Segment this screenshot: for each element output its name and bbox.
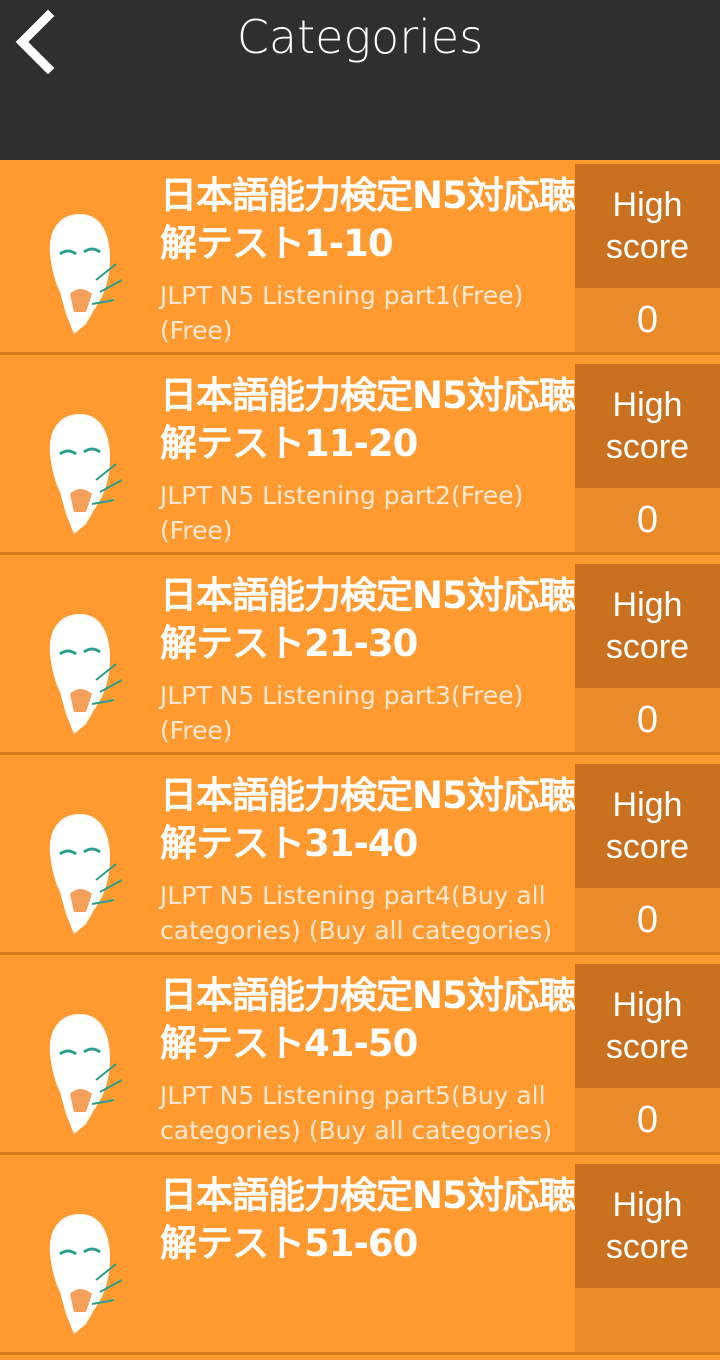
- app-header: Categories: [0, 0, 720, 160]
- category-card: 日本語能力検定N5対応聴解テスト1-10 JLPT N5 Listening p…: [0, 164, 720, 352]
- high-score-label: High score: [575, 164, 720, 288]
- portrait-icon: [49, 814, 123, 934]
- category-item-5[interactable]: 日本語能力検定N5対応聴解テスト41-50 JLPT N5 Listening …: [0, 960, 720, 1160]
- category-title: 日本語能力検定N5対応聴解テスト51-60: [160, 1174, 576, 1265]
- category-card: 日本語能力検定N5対応聴解テスト11-20 JLPT N5 Listening …: [0, 364, 720, 552]
- portrait-icon: [49, 614, 123, 734]
- high-score-value: 0: [575, 288, 720, 352]
- portrait-icon: [49, 1214, 123, 1334]
- page-title: Categories: [236, 10, 484, 64]
- portrait-icon: [49, 1014, 123, 1134]
- category-item-4[interactable]: 日本語能力検定N5対応聴解テスト31-40 JLPT N5 Listening …: [0, 760, 720, 960]
- category-title: 日本語能力検定N5対応聴解テスト21-30: [160, 574, 576, 665]
- category-item-6[interactable]: 日本語能力検定N5対応聴解テスト51-60 High score: [0, 1160, 720, 1360]
- high-score-value: 0: [575, 888, 720, 952]
- portrait-icon: [49, 214, 123, 334]
- category-subtitle: JLPT N5 Listening part3(Free) (Free): [160, 681, 524, 745]
- high-score-label: High score: [575, 1164, 720, 1288]
- high-score-value: [575, 1288, 720, 1352]
- category-subtitle: JLPT N5 Listening part1(Free) (Free): [160, 281, 524, 345]
- category-title: 日本語能力検定N5対応聴解テスト41-50: [160, 974, 576, 1065]
- high-score-label: High score: [575, 364, 720, 488]
- category-subtitle: JLPT N5 Listening part5(Buy all categori…: [160, 1081, 553, 1145]
- high-score-value: 0: [575, 688, 720, 752]
- category-card: 日本語能力検定N5対応聴解テスト31-40 JLPT N5 Listening …: [0, 764, 720, 952]
- high-score-value: 0: [575, 488, 720, 552]
- portrait-icon: [49, 414, 123, 534]
- category-subtitle: JLPT N5 Listening part4(Buy all categori…: [160, 881, 553, 945]
- category-title: 日本語能力検定N5対応聴解テスト1-10: [160, 174, 576, 265]
- category-list: 日本語能力検定N5対応聴解テスト1-10 JLPT N5 Listening p…: [0, 160, 720, 1360]
- category-title: 日本語能力検定N5対応聴解テスト31-40: [160, 774, 576, 865]
- category-item-3[interactable]: 日本語能力検定N5対応聴解テスト21-30 JLPT N5 Listening …: [0, 560, 720, 760]
- category-card: 日本語能力検定N5対応聴解テスト21-30 JLPT N5 Listening …: [0, 564, 720, 752]
- high-score-label: High score: [575, 564, 720, 688]
- high-score-label: High score: [575, 964, 720, 1088]
- high-score-label: High score: [575, 764, 720, 888]
- category-item-2[interactable]: 日本語能力検定N5対応聴解テスト11-20 JLPT N5 Listening …: [0, 360, 720, 560]
- category-title: 日本語能力検定N5対応聴解テスト11-20: [160, 374, 576, 465]
- category-card: 日本語能力検定N5対応聴解テスト41-50 JLPT N5 Listening …: [0, 964, 720, 1152]
- category-subtitle: JLPT N5 Listening part2(Free) (Free): [160, 481, 524, 545]
- high-score-value: 0: [575, 1088, 720, 1152]
- category-card: 日本語能力検定N5対応聴解テスト51-60 High score: [0, 1164, 720, 1352]
- category-item-1[interactable]: 日本語能力検定N5対応聴解テスト1-10 JLPT N5 Listening p…: [0, 160, 720, 360]
